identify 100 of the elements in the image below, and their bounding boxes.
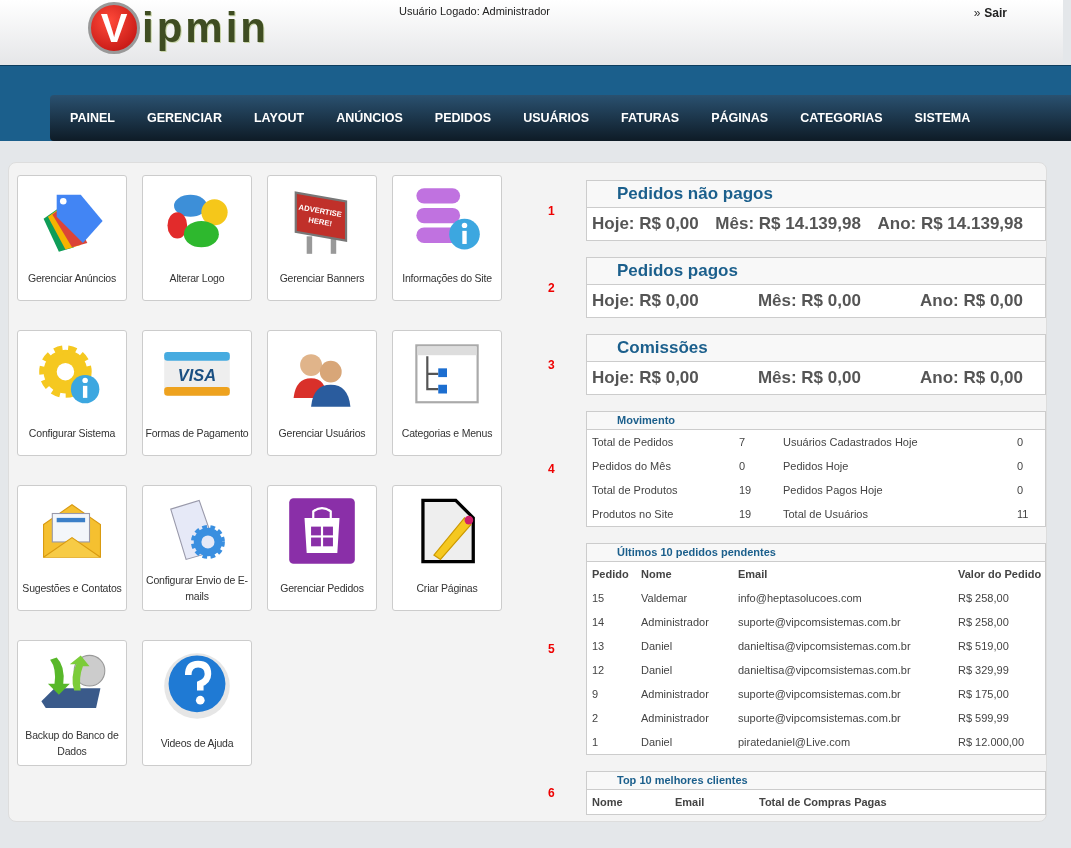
table-cell-text: R$ 519,00 — [957, 639, 1010, 654]
dashboard-tile[interactable]: Gerenciar Usuários — [267, 330, 377, 456]
logged-user-text: Usuário Logado: Administrador — [399, 5, 551, 17]
stat-value: 19 — [739, 483, 753, 498]
panel-title: Movimento — [587, 412, 1045, 430]
table-cell-text: R$ 175,00 — [957, 687, 1010, 702]
total-value: Hoje: R$ 0,00 — [592, 291, 699, 311]
dashboard-tile[interactable]: VISA Formas de Pagamento — [142, 330, 252, 456]
table-cell-text: Administrador — [640, 711, 710, 726]
stat-value: 19 — [739, 507, 753, 522]
table-cell-text: suporte@vipcomsistemas.com.br — [737, 711, 902, 726]
total-value: Mês: R$ 0,00 — [757, 368, 861, 388]
dashboard-tile[interactable]: Gerenciar Pedidos — [267, 485, 377, 611]
nav-item[interactable]: PÁGINAS — [695, 111, 785, 125]
table-cell-text: Administrador — [640, 615, 710, 630]
stat-label: Total de Pedidos — [592, 435, 675, 450]
dashboard-tile[interactable]: Videos de Ajuda — [142, 640, 252, 766]
table-cell-text: R$ 12.000,00 — [957, 735, 1026, 750]
stat-label: Pedidos Hoje — [783, 459, 850, 474]
stat-label: Pedidos Pagos Hoje — [783, 483, 884, 498]
nav-item[interactable]: SISTEMA — [898, 111, 987, 125]
panel-title: Pedidos não pagos — [587, 181, 1045, 208]
column-header: Email — [737, 567, 769, 582]
section-number: 3 — [547, 357, 556, 372]
stat-value: 0 — [1017, 435, 1025, 450]
stat-label: Produtos no Site — [592, 507, 675, 522]
total-value: Mês: R$ 0,00 — [757, 291, 861, 311]
dashboard-tile[interactable]: Configurar Sistema — [17, 330, 127, 456]
total-value: Ano: R$ 0,00 — [920, 368, 1023, 388]
dashboard-tile[interactable]: Alterar Logo — [142, 175, 252, 301]
table-cell-text: R$ 258,00 — [957, 615, 1010, 630]
table-cell-text: R$ 329,99 — [957, 663, 1010, 678]
column-header: Nome — [591, 795, 624, 810]
table-cell-text: suporte@vipcomsistemas.com.br — [737, 687, 902, 702]
stat-value: 0 — [1017, 459, 1025, 474]
table-cell-text: 14 — [591, 615, 606, 630]
table-cell-text: suporte@vipcomsistemas.com.br — [737, 615, 902, 630]
stat-label: Pedidos do Mês — [592, 459, 672, 474]
arrow-glyph: » — [973, 6, 981, 20]
panel-title: Comissões — [587, 335, 1045, 362]
nav-item[interactable]: LAYOUT — [237, 111, 321, 125]
dashboard-tile[interactable]: Informações do Site — [392, 175, 502, 301]
table-cell-text: Valdemar — [640, 591, 689, 606]
nav-item[interactable]: USUÁRIOS — [507, 111, 606, 125]
nav-item[interactable]: ANÚNCIOS — [320, 111, 419, 125]
dashboard-tile[interactable]: Sugestões e Contatos — [17, 485, 127, 611]
stat-label: Total de Produtos — [592, 483, 679, 498]
table-cell-text: danieltisa@vipcomsistemas.com.br — [737, 639, 912, 654]
table-cell-text: 2 — [591, 711, 600, 726]
logo-mark: V — [88, 2, 140, 54]
section-number: 1 — [547, 203, 556, 218]
panel-title: Pedidos pagos — [587, 258, 1045, 285]
dashboard-tile[interactable]: Backup do Banco de Dados — [17, 640, 127, 766]
nav-item[interactable]: CATEGORIAS — [784, 111, 899, 125]
nav-item[interactable]: PAINEL — [54, 111, 131, 125]
table-cell-text: info@heptasolucoes.com — [737, 591, 863, 606]
table-cell-text: danieltisa@vipcomsistemas.com.br — [737, 663, 912, 678]
table-cell-text: 9 — [591, 687, 600, 702]
section-number: 2 — [547, 280, 556, 295]
nav-item[interactable]: GERENCIAR — [130, 111, 238, 125]
table-cell-text: 13 — [591, 639, 606, 654]
table-cell-text: Daniel — [640, 735, 674, 750]
section-number: 4 — [547, 462, 556, 476]
stat-value: 0 — [1017, 483, 1025, 498]
nav-item[interactable]: PEDIDOS — [418, 111, 508, 125]
total-value: Hoje: R$ 0,00 — [592, 214, 699, 234]
logo-text: ipmin — [142, 7, 269, 49]
stat-label: Usuários Cadastrados Hoje — [783, 435, 919, 450]
logout-link[interactable]: Sair — [984, 6, 1007, 20]
table-cell-text: 1 — [591, 735, 600, 750]
table-cell-text: Daniel — [640, 639, 674, 654]
section-number: 6 — [547, 786, 556, 800]
column-header: Valor do Pedido — [957, 567, 1043, 582]
dashboard-tile[interactable]: Configurar Envio de E-mails — [142, 485, 252, 611]
table-cell-text: 15 — [591, 591, 606, 606]
section-number: 5 — [547, 642, 556, 656]
total-value: Mês: R$ 14.139,98 — [715, 214, 861, 234]
total-value: Ano: R$ 0,00 — [920, 291, 1023, 311]
dashboard-tile[interactable]: Criar Páginas — [392, 485, 502, 611]
table-cell-text: Daniel — [640, 663, 674, 678]
panel-title: Últimos 10 pedidos pendentes — [587, 544, 1045, 562]
column-header: Total de Compras Pagas — [758, 795, 888, 810]
store-bag-icon — [287, 496, 357, 566]
table-cell-text: piratedaniel@Live.com — [737, 735, 852, 750]
table-cell-text: Administrador — [640, 687, 710, 702]
total-value: Hoje: R$ 0,00 — [592, 368, 699, 388]
column-header: Pedido — [591, 567, 630, 582]
stat-value: 7 — [739, 435, 747, 450]
stat-label: Total de Usuários — [783, 507, 869, 522]
dashboard-tile[interactable]: Categorias e Menus — [392, 330, 502, 456]
table-cell-text: 12 — [591, 663, 606, 678]
panel-title: Top 10 melhores clientes — [587, 772, 1045, 790]
nav-item[interactable]: FATURAS — [605, 111, 696, 125]
help-icon — [162, 651, 232, 721]
column-header: Email — [674, 795, 706, 810]
stat-value: 0 — [739, 459, 747, 474]
stat-value: 11 — [1017, 507, 1030, 522]
column-header: Nome — [640, 567, 673, 582]
dashboard-tile[interactable]: Gerenciar Anúncios — [17, 175, 127, 301]
table-cell-text: R$ 599,99 — [957, 711, 1010, 726]
